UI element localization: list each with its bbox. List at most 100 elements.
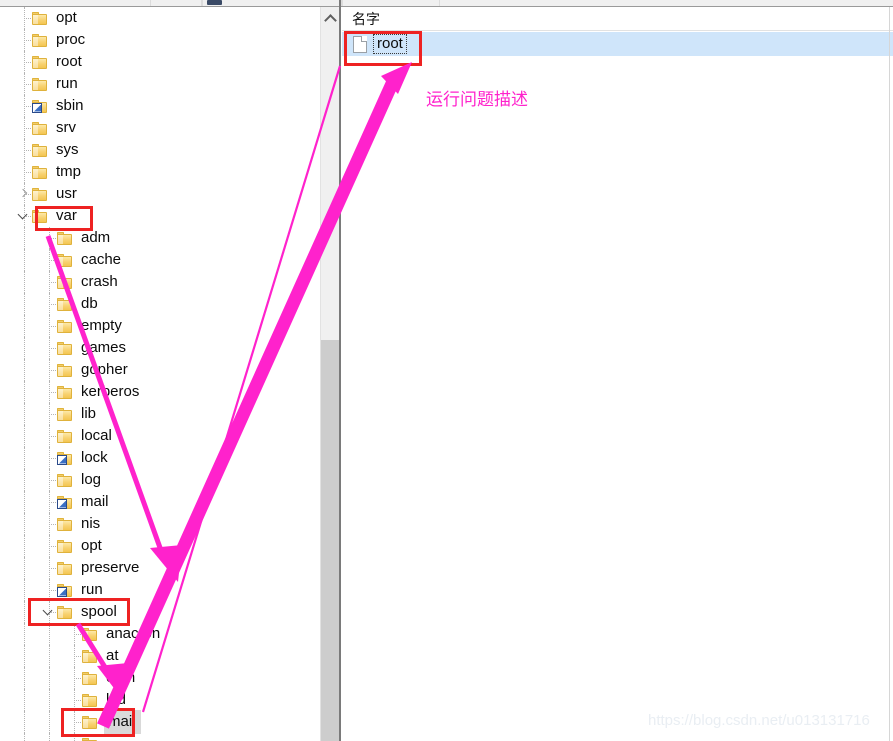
tree-item-label[interactable]: adm [79, 227, 112, 249]
tree-item[interactable]: crash [0, 271, 320, 293]
tree-item-label[interactable]: anacron [104, 623, 162, 645]
file-list-pane[interactable]: 名字 root [342, 7, 893, 741]
column-header-name[interactable]: 名字 [342, 7, 380, 31]
tree-item-label[interactable]: lib [79, 403, 98, 425]
tree-guide-line [24, 645, 25, 667]
tree-guide-line [24, 425, 25, 447]
tree-item-label[interactable]: at [104, 645, 121, 667]
tree-item[interactable]: spool [0, 601, 320, 623]
twisty-placeholder [66, 689, 82, 711]
tree-item[interactable]: lib [0, 403, 320, 425]
tree-item-label[interactable]: opt [79, 535, 104, 557]
tree-item[interactable]: tmp [0, 161, 320, 183]
tree-item[interactable]: sbin [0, 95, 320, 117]
tree-item[interactable]: db [0, 293, 320, 315]
tree-item-label[interactable]: var [54, 205, 79, 227]
chevron-up-icon[interactable] [321, 7, 339, 27]
window-icon[interactable] [207, 0, 222, 5]
toolbar-cell[interactable] [342, 0, 440, 6]
folder-icon [57, 539, 72, 553]
tree-item-label[interactable]: tmp [54, 161, 83, 183]
tree-item-label[interactable]: db [79, 293, 100, 315]
tree-item[interactable]: lpd [0, 689, 320, 711]
tree-item-label[interactable]: cron [104, 667, 137, 689]
tree-item[interactable]: run [0, 579, 320, 601]
tree-item[interactable]: root [0, 51, 320, 73]
tree-vertical-scrollbar[interactable] [320, 7, 339, 741]
tree-item-label[interactable]: root [54, 51, 84, 73]
tree-item[interactable]: lock [0, 447, 320, 469]
twisty-placeholder [41, 315, 57, 337]
tree-item-label[interactable]: lock [79, 447, 110, 469]
tree-item[interactable]: proc [0, 29, 320, 51]
tree-item[interactable]: kerberos [0, 381, 320, 403]
tree-item-label[interactable]: mail [79, 491, 111, 513]
folder-tree[interactable]: opt proc root run sbin srv sys tmp usr var adm cach… [0, 7, 320, 741]
tree-item-label[interactable]: spool [79, 601, 119, 623]
tree-item-label[interactable]: opt [54, 7, 79, 29]
chevron-down-icon[interactable] [41, 601, 57, 623]
tree-item[interactable] [0, 733, 320, 741]
folder-icon [57, 275, 72, 289]
tree-item-label[interactable]: sbin [54, 95, 86, 117]
tree-item-label[interactable]: mail [104, 710, 141, 734]
tree-item[interactable]: adm [0, 227, 320, 249]
tree-item[interactable]: local [0, 425, 320, 447]
tree-item-label[interactable]: log [79, 469, 103, 491]
folder-tree-pane[interactable]: opt proc root run sbin srv sys tmp usr var adm cach… [0, 7, 320, 741]
tree-item[interactable]: opt [0, 7, 320, 29]
tree-item-label[interactable]: gopher [79, 359, 130, 381]
scrollbar-thumb[interactable] [321, 340, 339, 741]
tree-item-label[interactable]: run [54, 73, 80, 95]
tree-item[interactable]: games [0, 337, 320, 359]
tree-item[interactable]: usr [0, 183, 320, 205]
tree-item-label[interactable]: cache [79, 249, 123, 271]
file-name-label[interactable]: root [373, 34, 407, 54]
tree-item[interactable]: opt [0, 535, 320, 557]
tree-item-label[interactable]: local [79, 425, 114, 447]
twisty-placeholder [66, 667, 82, 689]
tree-item[interactable]: cron [0, 667, 320, 689]
tree-guide-line [49, 711, 50, 733]
tree-item-label[interactable]: preserve [79, 557, 141, 579]
tree-item[interactable]: mail [0, 491, 320, 513]
file-list-row[interactable]: root [342, 32, 893, 56]
tree-item-label[interactable]: empty [79, 315, 124, 337]
tree-item-label[interactable]: srv [54, 117, 78, 139]
pane-divider[interactable] [339, 0, 341, 741]
tree-item-label[interactable]: usr [54, 183, 79, 205]
tree-item[interactable]: at [0, 645, 320, 667]
tree-item-label[interactable]: games [79, 337, 128, 359]
toolbar-cell[interactable] [202, 0, 342, 6]
tree-item[interactable]: srv [0, 117, 320, 139]
folder-icon [32, 187, 47, 201]
tree-item[interactable]: mail [0, 710, 320, 734]
tree-item[interactable]: nis [0, 513, 320, 535]
tree-item-label[interactable]: proc [54, 29, 87, 51]
tree-item[interactable]: run [0, 73, 320, 95]
tree-item[interactable]: empty [0, 315, 320, 337]
tree-item[interactable]: cache [0, 249, 320, 271]
toolbar-cell[interactable] [150, 0, 202, 6]
file-explorer-window: opt proc root run sbin srv sys tmp usr var adm cach… [0, 0, 893, 741]
tree-item[interactable]: anacron [0, 623, 320, 645]
folder-icon [82, 649, 97, 663]
tree-item-label[interactable]: crash [79, 271, 120, 293]
tree-item[interactable]: gopher [0, 359, 320, 381]
tree-item-label[interactable]: sys [54, 139, 81, 161]
tree-item-label[interactable]: run [79, 579, 105, 601]
twisty-placeholder [16, 7, 32, 29]
chevron-down-icon[interactable] [16, 205, 32, 227]
tree-item-label[interactable]: nis [79, 513, 102, 535]
tree-item-label[interactable]: kerberos [79, 381, 141, 403]
chevron-right-icon[interactable] [16, 183, 32, 205]
tree-item-label[interactable]: lpd [104, 689, 128, 711]
tree-item[interactable]: preserve [0, 557, 320, 579]
tree-item[interactable]: sys [0, 139, 320, 161]
tree-item[interactable]: var [0, 205, 320, 227]
tree-item[interactable]: log [0, 469, 320, 491]
